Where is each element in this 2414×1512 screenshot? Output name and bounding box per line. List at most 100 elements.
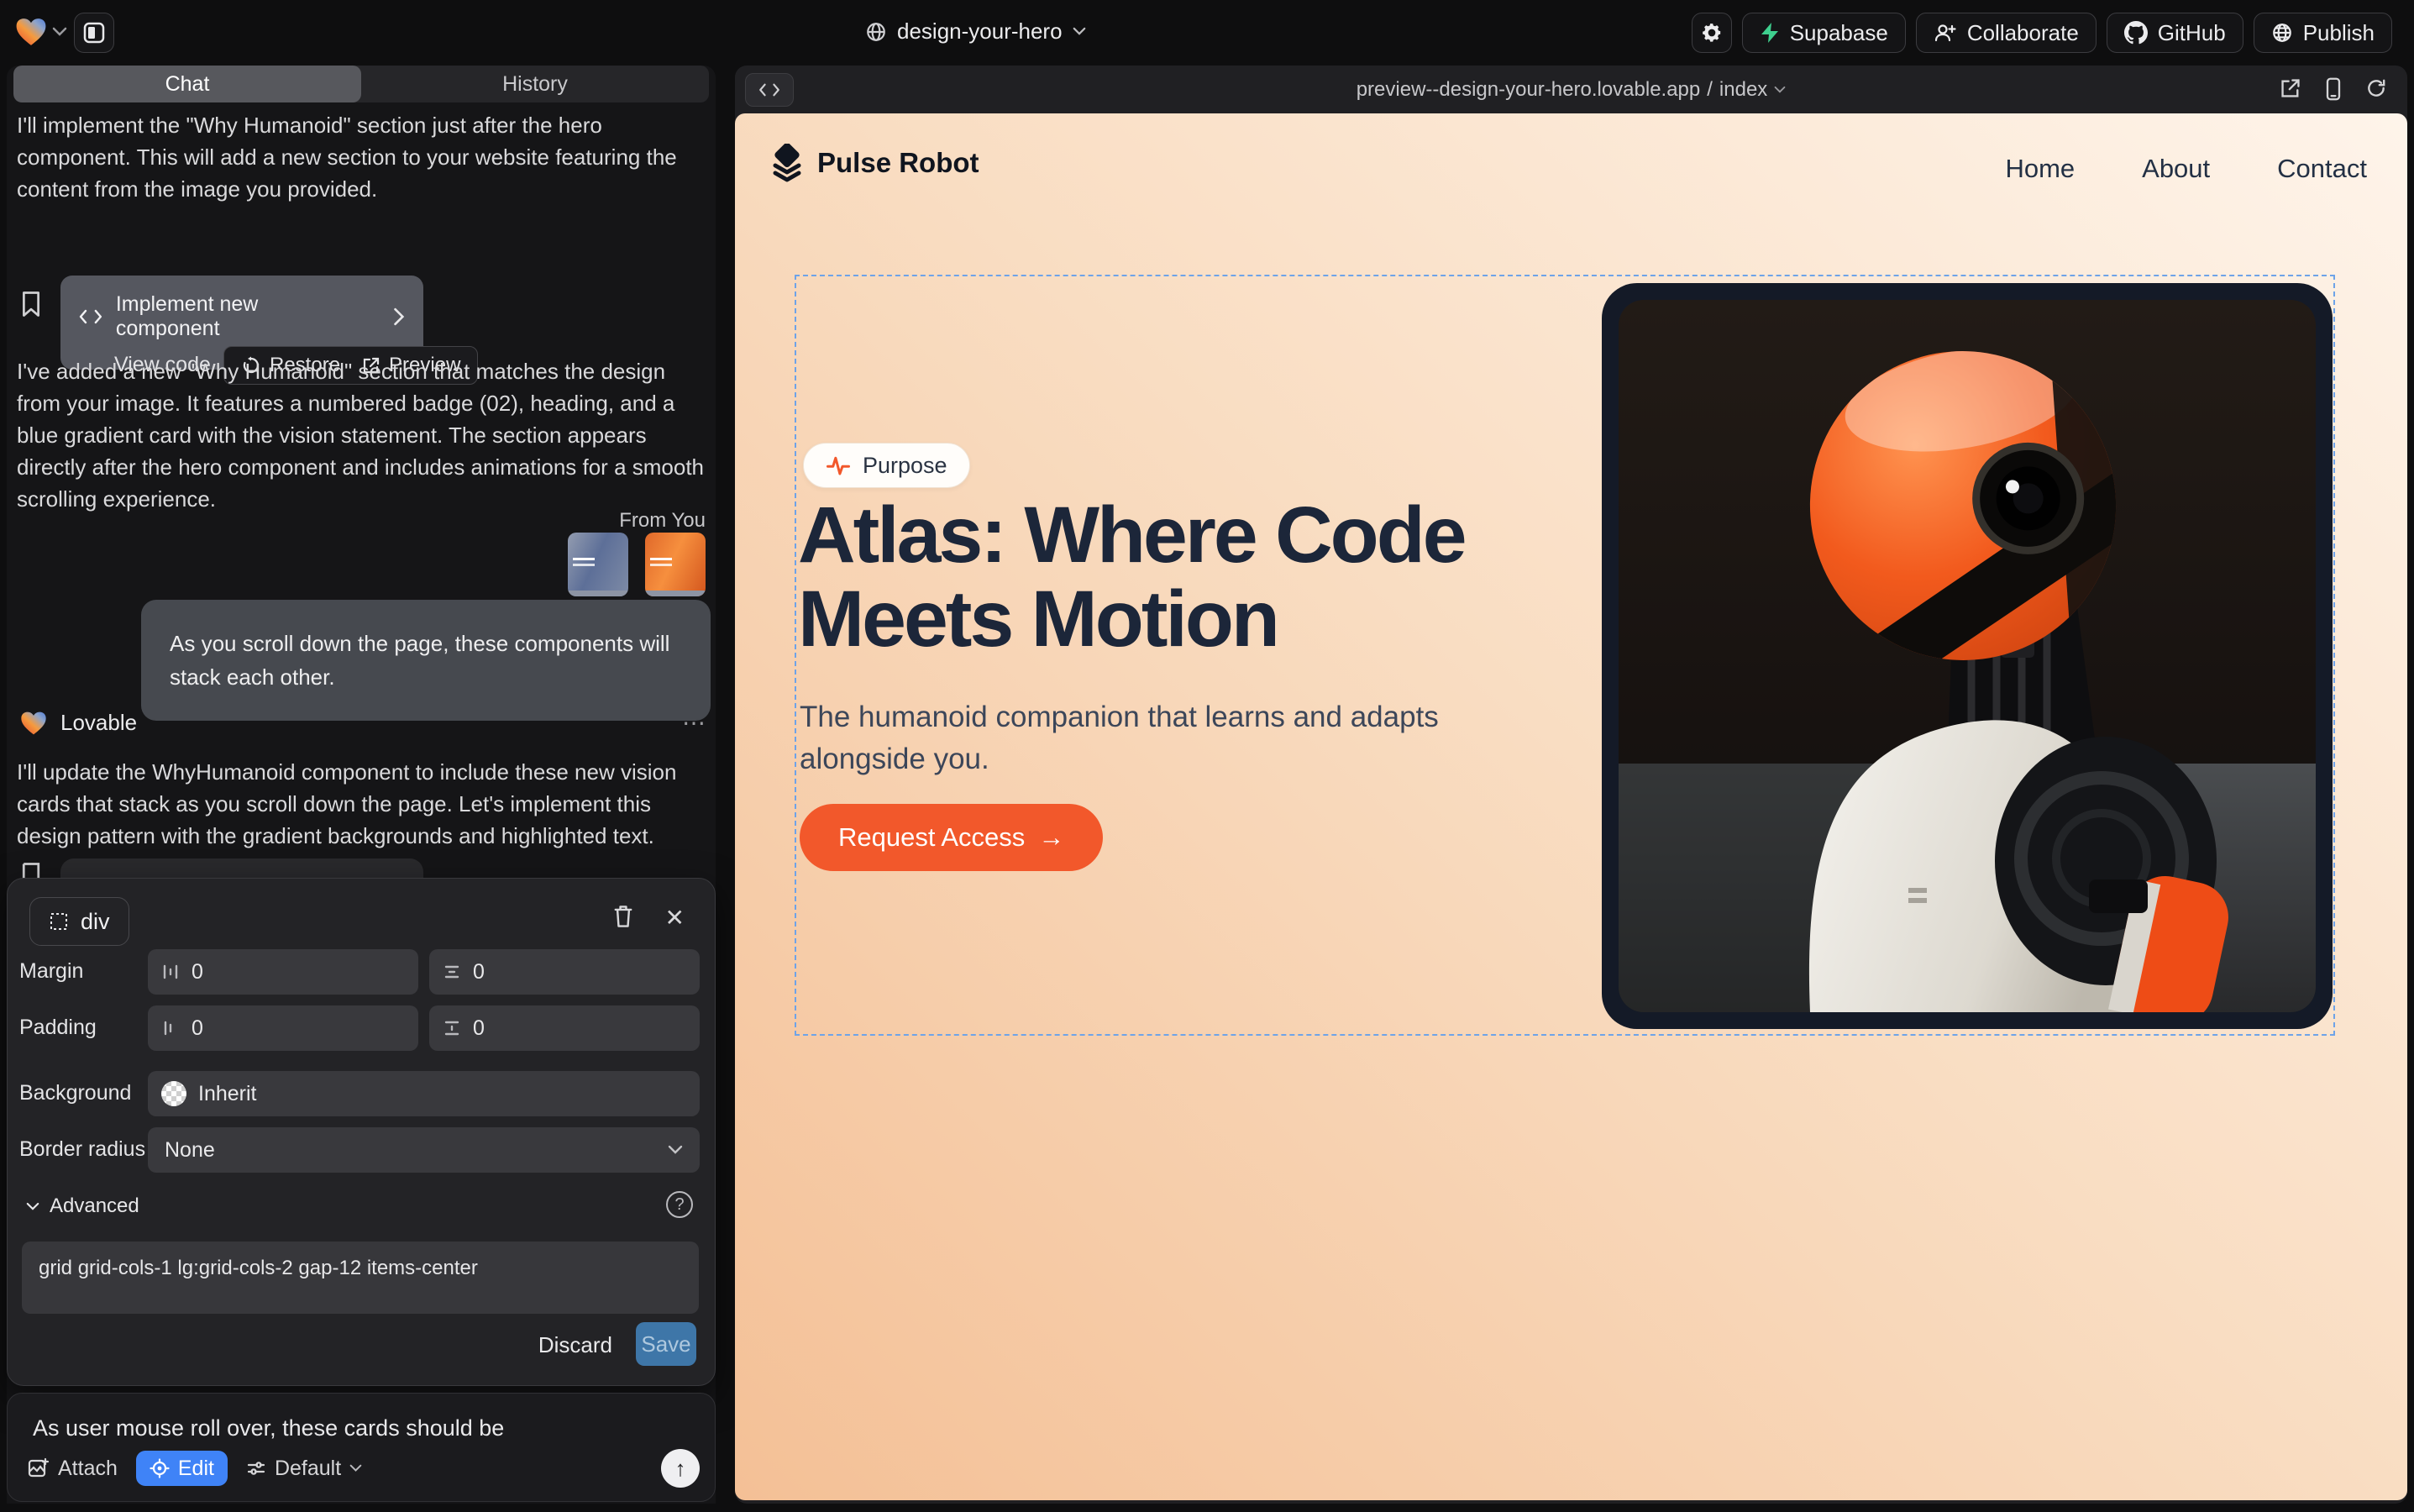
preview-url-path: index — [1719, 78, 1767, 102]
advanced-section-toggle[interactable]: Advanced — [26, 1194, 139, 1218]
hero-subtext: The humanoid companion that learns and a… — [800, 696, 1446, 780]
nav-link-contact[interactable]: Contact — [2277, 154, 2367, 184]
sidebar-panel-icon — [83, 22, 105, 44]
chat-input-box[interactable]: As user mouse roll over, these cards sho… — [7, 1393, 716, 1502]
preview-actions — [2280, 77, 2387, 101]
attach-image-icon — [28, 1457, 50, 1479]
robot-image — [1619, 300, 2316, 1012]
preview-url-host: preview--design-your-hero.lovable.app — [1357, 78, 1701, 102]
chevron-down-icon — [668, 1145, 683, 1155]
border-radius-label: Border radius — [19, 1137, 145, 1162]
topbar-actions: Supabase Collaborate GitHub Publish — [1692, 13, 2392, 53]
chevron-down-icon — [26, 1202, 39, 1211]
github-button[interactable]: GitHub — [2107, 13, 2243, 53]
url-separator: / — [1707, 78, 1713, 102]
open-in-new-tab-button[interactable] — [2280, 77, 2301, 101]
globe-icon — [2271, 22, 2293, 44]
assistant-name: Lovable — [60, 710, 137, 736]
preview-panel: preview--design-your-hero.lovable.app / … — [735, 66, 2407, 1504]
refresh-button[interactable] — [2365, 77, 2387, 101]
background-input[interactable]: Inherit — [148, 1071, 700, 1116]
color-swatch-icon — [161, 1081, 186, 1106]
assistant-message: I'll update the WhyHumanoid component to… — [17, 756, 709, 852]
project-menu[interactable]: design-your-hero — [865, 18, 1086, 45]
add-user-icon — [1934, 22, 1957, 44]
collaborate-button[interactable]: Collaborate — [1916, 13, 2097, 53]
padding-horizontal-icon — [161, 1019, 180, 1037]
publish-button[interactable]: Publish — [2254, 13, 2392, 53]
purpose-badge: Purpose — [803, 443, 970, 488]
chat-input-value[interactable]: As user mouse roll over, these cards sho… — [33, 1415, 504, 1441]
chevron-down-icon — [349, 1464, 362, 1473]
chat-history-tabs: Chat History — [13, 66, 709, 102]
background-label: Background — [19, 1081, 131, 1105]
tab-chat[interactable]: Chat — [13, 66, 361, 102]
github-icon — [2124, 21, 2148, 45]
bookmark-icon[interactable] — [20, 862, 42, 879]
site-nav-links: Home About Contact — [2005, 154, 2367, 184]
margin-vertical-icon — [443, 963, 461, 981]
lovable-logo-icon[interactable] — [15, 17, 47, 47]
smartphone-icon — [2325, 77, 2342, 101]
tab-history[interactable]: History — [361, 66, 709, 102]
chevron-right-icon — [393, 307, 405, 326]
discard-button[interactable]: Discard — [538, 1332, 612, 1358]
attachment-thumbnails — [568, 533, 706, 596]
message-menu-button[interactable]: ⋯ — [682, 709, 706, 737]
attachment-thumbnail[interactable] — [645, 533, 706, 596]
bookmark-icon[interactable] — [20, 291, 42, 318]
request-access-button[interactable]: Request Access → — [800, 804, 1103, 871]
supabase-button[interactable]: Supabase — [1742, 13, 1906, 53]
site-logo[interactable]: Pulse Robot — [770, 144, 979, 182]
dashed-box-icon — [49, 911, 69, 932]
preview-site: Pulse Robot Home About Contact Purpose A… — [735, 113, 2407, 1500]
from-you-label: From You — [619, 509, 706, 533]
preview-topbar: preview--design-your-hero.lovable.app / … — [735, 66, 2407, 113]
help-icon[interactable]: ? — [666, 1191, 693, 1218]
attachment-thumbnail[interactable] — [568, 533, 628, 596]
pulse-icon — [826, 453, 851, 478]
preview-url-bar[interactable]: preview--design-your-hero.lovable.app / … — [735, 66, 2407, 113]
chevron-down-icon — [1073, 27, 1086, 36]
hero-headline: Atlas: Where Code Meets Motion — [798, 493, 1465, 661]
site-brand-name: Pulse Robot — [817, 147, 979, 179]
close-inspector-button[interactable]: ✕ — [665, 904, 685, 932]
top-bar: design-your-hero Supabase Collaborate Gi… — [0, 0, 2414, 66]
site-nav: Pulse Robot Home About Contact — [735, 113, 2407, 206]
mobile-view-button[interactable] — [2325, 77, 2342, 101]
element-inspector-panel: div ✕ Margin 0 0 Padding 0 0 — [7, 878, 716, 1386]
edit-mode-button[interactable]: Edit — [136, 1451, 228, 1486]
margin-horizontal-icon — [161, 963, 180, 981]
settings-button[interactable] — [1692, 13, 1732, 53]
padding-y-input[interactable]: 0 — [429, 1005, 700, 1051]
delete-element-button[interactable] — [612, 904, 634, 929]
chevron-down-icon — [1774, 86, 1786, 94]
classes-textarea[interactable]: grid grid-cols-1 lg:grid-cols-2 gap-12 i… — [22, 1242, 699, 1314]
app-window: design-your-hero Supabase Collaborate Gi… — [0, 0, 2414, 1512]
window-edge — [2407, 0, 2414, 1512]
nav-link-about[interactable]: About — [2142, 154, 2210, 184]
refresh-icon — [2365, 77, 2387, 99]
chat-panel: Chat History I'll implement the "Why Hum… — [7, 66, 716, 1504]
sliders-icon — [246, 1458, 266, 1478]
selected-element-chip[interactable]: div — [29, 897, 129, 946]
trash-icon — [612, 904, 634, 929]
save-button[interactable]: Save — [636, 1322, 696, 1366]
send-button[interactable]: ↑ — [661, 1449, 700, 1488]
attach-button[interactable]: Attach — [28, 1457, 118, 1481]
margin-y-input[interactable]: 0 — [429, 949, 700, 995]
border-radius-select[interactable]: None — [148, 1127, 700, 1173]
component-card-title: Implement new component — [116, 292, 366, 341]
assistant-header: Lovable ⋯ — [20, 709, 706, 737]
selected-hero-section[interactable]: Purpose Atlas: Where Code Meets Motion T… — [795, 275, 2335, 1036]
hero-headline-line1: Atlas: Where Code — [798, 493, 1465, 577]
padding-x-input[interactable]: 0 — [148, 1005, 418, 1051]
selected-element-tag: div — [81, 909, 110, 935]
chat-input-controls: Attach Edit Default ↑ — [28, 1449, 700, 1488]
chevron-down-icon[interactable] — [52, 27, 67, 37]
mode-select[interactable]: Default — [246, 1457, 362, 1481]
target-icon — [150, 1458, 170, 1478]
sidebar-toggle-button[interactable] — [74, 13, 114, 53]
margin-x-input[interactable]: 0 — [148, 949, 418, 995]
nav-link-home[interactable]: Home — [2005, 154, 2075, 184]
